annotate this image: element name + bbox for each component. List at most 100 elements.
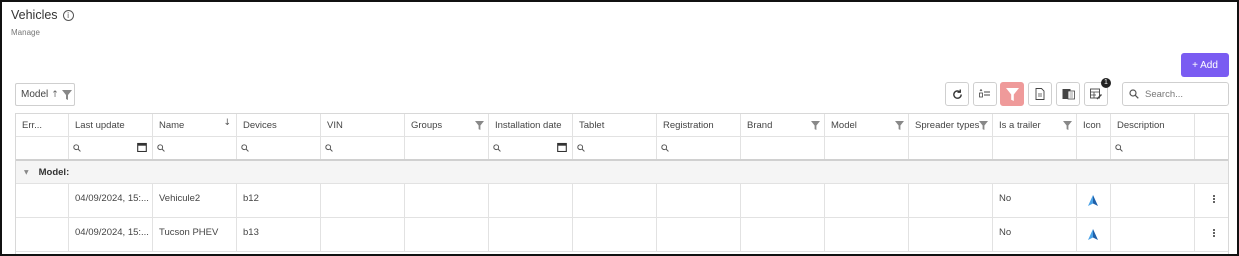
- table-row[interactable]: 04/09/2024, 15:... Vehicule2 b12 No: [16, 184, 1228, 218]
- sort-up-icon[interactable]: ↑: [51, 90, 59, 100]
- cell-brand: [741, 184, 825, 217]
- column-header-name[interactable]: Name ↓: [153, 114, 237, 136]
- filter-cell-devices[interactable]: [237, 137, 321, 159]
- cell-groups: [405, 184, 489, 217]
- filter-icon[interactable]: [811, 121, 820, 130]
- search-icon: [157, 144, 165, 152]
- column-header-registration[interactable]: Registration: [657, 114, 741, 136]
- sort-down-icon[interactable]: ↓: [223, 118, 231, 128]
- cell-errors: [16, 184, 69, 217]
- table-row[interactable]: 04/09/2024, 15:... Tucson PHEV b13 No: [16, 218, 1228, 252]
- search-icon: [1115, 144, 1123, 152]
- filter-icon[interactable]: [979, 121, 988, 130]
- cell-vin: [321, 218, 405, 251]
- cell-model: [825, 184, 909, 217]
- column-header-is-trailer[interactable]: Is a trailer: [993, 114, 1077, 136]
- grid-header-row: Err... Last update Name ↓ Devices VIN Gro…: [16, 114, 1228, 137]
- column-header-description[interactable]: Description: [1111, 114, 1195, 136]
- refresh-button[interactable]: [945, 82, 969, 106]
- column-header-devices[interactable]: Devices: [237, 114, 321, 136]
- search-box[interactable]: [1122, 82, 1229, 106]
- column-header-label: Groups: [411, 119, 443, 131]
- column-header-label: Installation date: [495, 119, 562, 131]
- cell-is-trailer: No: [993, 184, 1077, 217]
- column-header-tablet[interactable]: Tablet: [573, 114, 657, 136]
- cell-errors: [16, 218, 69, 251]
- filter-cell-is-trailer: [993, 137, 1077, 159]
- column-header-label: Model: [831, 119, 857, 131]
- filter-cell-icon: [1077, 137, 1111, 159]
- cell-actions: [1195, 218, 1228, 251]
- cell-devices: b12: [237, 184, 321, 217]
- search-input[interactable]: [1145, 88, 1225, 100]
- filter-cell-spreader-types: [909, 137, 993, 159]
- filter-cell-last-update[interactable]: [69, 137, 153, 159]
- cell-is-trailer: No: [993, 218, 1077, 251]
- column-header-model[interactable]: Model: [825, 114, 909, 136]
- filter-cell-model: [825, 137, 909, 159]
- calendar-icon[interactable]: [557, 142, 567, 152]
- export-pdf-button[interactable]: [1028, 82, 1052, 106]
- collapse-caret-icon[interactable]: ▼: [24, 169, 29, 176]
- info-icon[interactable]: i: [62, 9, 74, 21]
- filter-icon[interactable]: [61, 89, 72, 100]
- column-chooser-button[interactable]: [973, 82, 997, 106]
- column-header-label: Spreader types: [915, 119, 980, 131]
- filter-cell-registration[interactable]: [657, 137, 741, 159]
- page-subtitle: Manage: [11, 28, 40, 37]
- cell-description: [1111, 184, 1195, 217]
- column-header-label: Name: [159, 119, 185, 131]
- calendar-icon[interactable]: [137, 142, 147, 152]
- column-header-errors[interactable]: Err...: [16, 114, 69, 136]
- cell-model: [825, 218, 909, 251]
- cell-installation-date: [489, 184, 573, 217]
- filter-cell-vin[interactable]: [321, 137, 405, 159]
- column-header-icon[interactable]: Icon: [1077, 114, 1111, 136]
- add-button-label: + Add: [1192, 59, 1218, 71]
- cell-spreader-types: [909, 218, 993, 251]
- column-header-label: Tablet: [579, 119, 605, 131]
- filter-icon[interactable]: [1063, 121, 1072, 130]
- cell-name: Vehicule2: [153, 184, 237, 217]
- column-header-spreader-types[interactable]: Spreader types: [909, 114, 993, 136]
- filter-cell-installation-date[interactable]: [489, 137, 573, 159]
- column-header-label: Is a trailer: [999, 119, 1041, 131]
- column-header-installation-date[interactable]: Installation date: [489, 114, 573, 136]
- cell-brand: [741, 218, 825, 251]
- cell-spreader-types: [909, 184, 993, 217]
- cell-registration: [657, 218, 741, 251]
- column-header-brand[interactable]: Brand: [741, 114, 825, 136]
- cell-tablet: [573, 218, 657, 251]
- filter-cell-name[interactable]: [153, 137, 237, 159]
- group-by-chip[interactable]: Model ↑: [15, 83, 75, 106]
- filter-toggle-button[interactable]: [1000, 82, 1024, 106]
- filter-icon[interactable]: [475, 121, 484, 130]
- search-icon: [1129, 89, 1139, 99]
- cell-name: Tucson PHEV: [153, 218, 237, 251]
- notification-badge: 1: [1101, 78, 1111, 88]
- column-header-actions: [1195, 114, 1228, 136]
- cell-tablet: [573, 184, 657, 217]
- column-header-label: Brand: [747, 119, 773, 131]
- column-header-groups[interactable]: Groups: [405, 114, 489, 136]
- edit-view-button[interactable]: 1: [1084, 78, 1111, 106]
- export-excel-button[interactable]: [1056, 82, 1080, 106]
- filter-cell-tablet[interactable]: [573, 137, 657, 159]
- column-header-label: Description: [1117, 119, 1165, 131]
- cell-icon: [1077, 184, 1111, 217]
- cell-last-update: 04/09/2024, 15:...: [69, 184, 153, 217]
- more-options-icon[interactable]: [1213, 229, 1216, 237]
- search-icon: [241, 144, 249, 152]
- column-header-vin[interactable]: VIN: [321, 114, 405, 136]
- cell-devices: b13: [237, 218, 321, 251]
- add-button[interactable]: + Add: [1181, 53, 1229, 77]
- filter-cell-groups: [405, 137, 489, 159]
- column-header-label: Icon: [1083, 119, 1101, 131]
- filter-cell-description[interactable]: [1111, 137, 1195, 159]
- group-row[interactable]: ▼ Model:: [16, 160, 1228, 184]
- filter-icon[interactable]: [895, 121, 904, 130]
- column-header-label: VIN: [327, 119, 343, 131]
- column-header-last-update[interactable]: Last update: [69, 114, 153, 136]
- more-options-icon[interactable]: [1213, 195, 1216, 203]
- cell-groups: [405, 218, 489, 251]
